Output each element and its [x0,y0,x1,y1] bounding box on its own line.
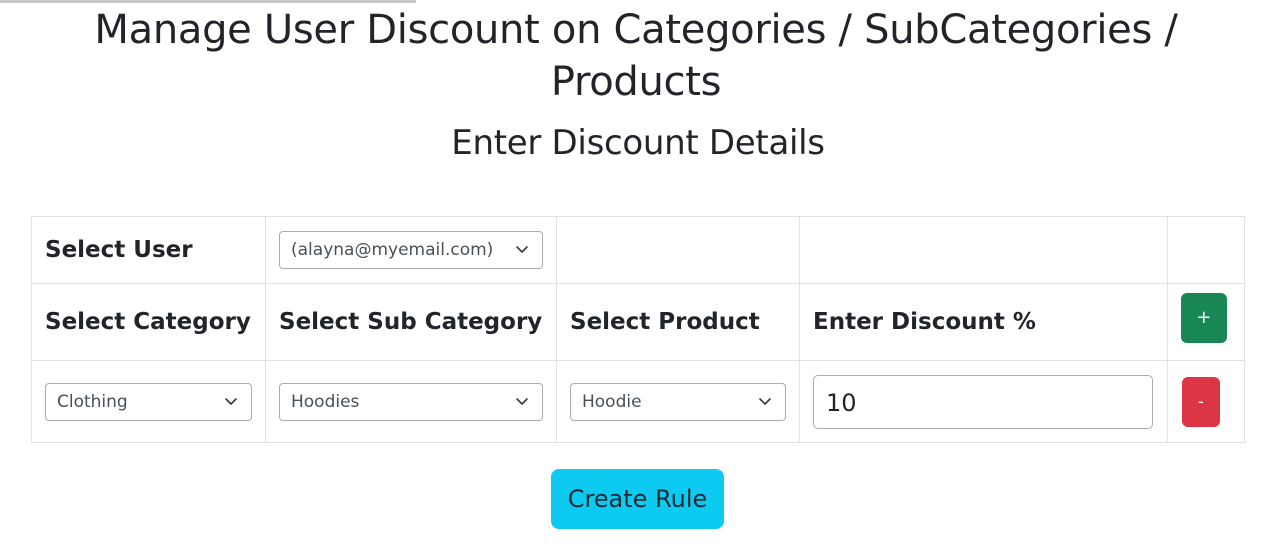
select-user-label: Select User [45,237,193,263]
user-row: Select User (alayna@myemail.com) [31,216,1246,284]
header-cell: Select Category [31,283,266,361]
plus-icon: + [1196,307,1212,328]
product-cell: Hoodie [556,360,800,443]
rule-row: Clothing Hoodies Hoodie 10 - [31,360,1246,443]
remove-row-button[interactable]: - [1181,376,1220,427]
discount-input[interactable]: 10 [813,374,1153,429]
column-header-product: Select Product [570,309,760,335]
minus-icon: - [1197,391,1204,411]
column-header-row: Select Category Select Sub Category Sele… [31,283,1246,361]
add-button-cell: + [1166,283,1246,361]
header-cell: Select Sub Category [265,283,557,361]
chevron-down-icon [516,246,528,253]
chevron-down-icon [759,397,771,405]
category-select[interactable]: Clothing [45,382,252,421]
category-select-value: Clothing [57,391,128,412]
column-header-discount: Enter Discount % [813,309,1036,335]
create-rule-button[interactable]: Create Rule [551,469,724,529]
add-row-button[interactable]: + [1180,293,1227,343]
column-header-category: Select Category [45,309,251,335]
product-select-value: Hoodie [582,391,642,412]
column-header-sub-category: Select Sub Category [279,309,543,335]
section-subtitle: Enter Discount Details [451,123,825,163]
discount-cell: 10 [799,360,1168,443]
remove-button-cell: - [1166,360,1246,443]
chevron-down-icon [225,397,237,405]
sub-category-cell: Hoodies [265,360,557,443]
header-cell: Enter Discount % [799,283,1168,361]
empty-cell [799,216,1168,284]
sub-category-select[interactable]: Hoodies [279,382,543,421]
user-label-cell: Select User [31,216,266,284]
user-select-value: (alayna@myemail.com) [291,240,494,260]
user-select-cell: (alayna@myemail.com) [265,216,557,284]
sub-category-select-value: Hoodies [291,391,360,412]
user-select[interactable]: (alayna@myemail.com) [279,231,543,269]
page-title: Manage User Discount on Categories / Sub… [94,7,1178,105]
product-select[interactable]: Hoodie [570,382,786,421]
discount-rules-table: Select User (alayna@myemail.com) Select … [31,216,1246,443]
header-cell: Select Product [556,283,800,361]
chevron-down-icon [516,397,528,405]
category-cell: Clothing [31,360,266,443]
top-divider [0,0,416,3]
empty-cell [1166,216,1246,284]
empty-cell [556,216,800,284]
